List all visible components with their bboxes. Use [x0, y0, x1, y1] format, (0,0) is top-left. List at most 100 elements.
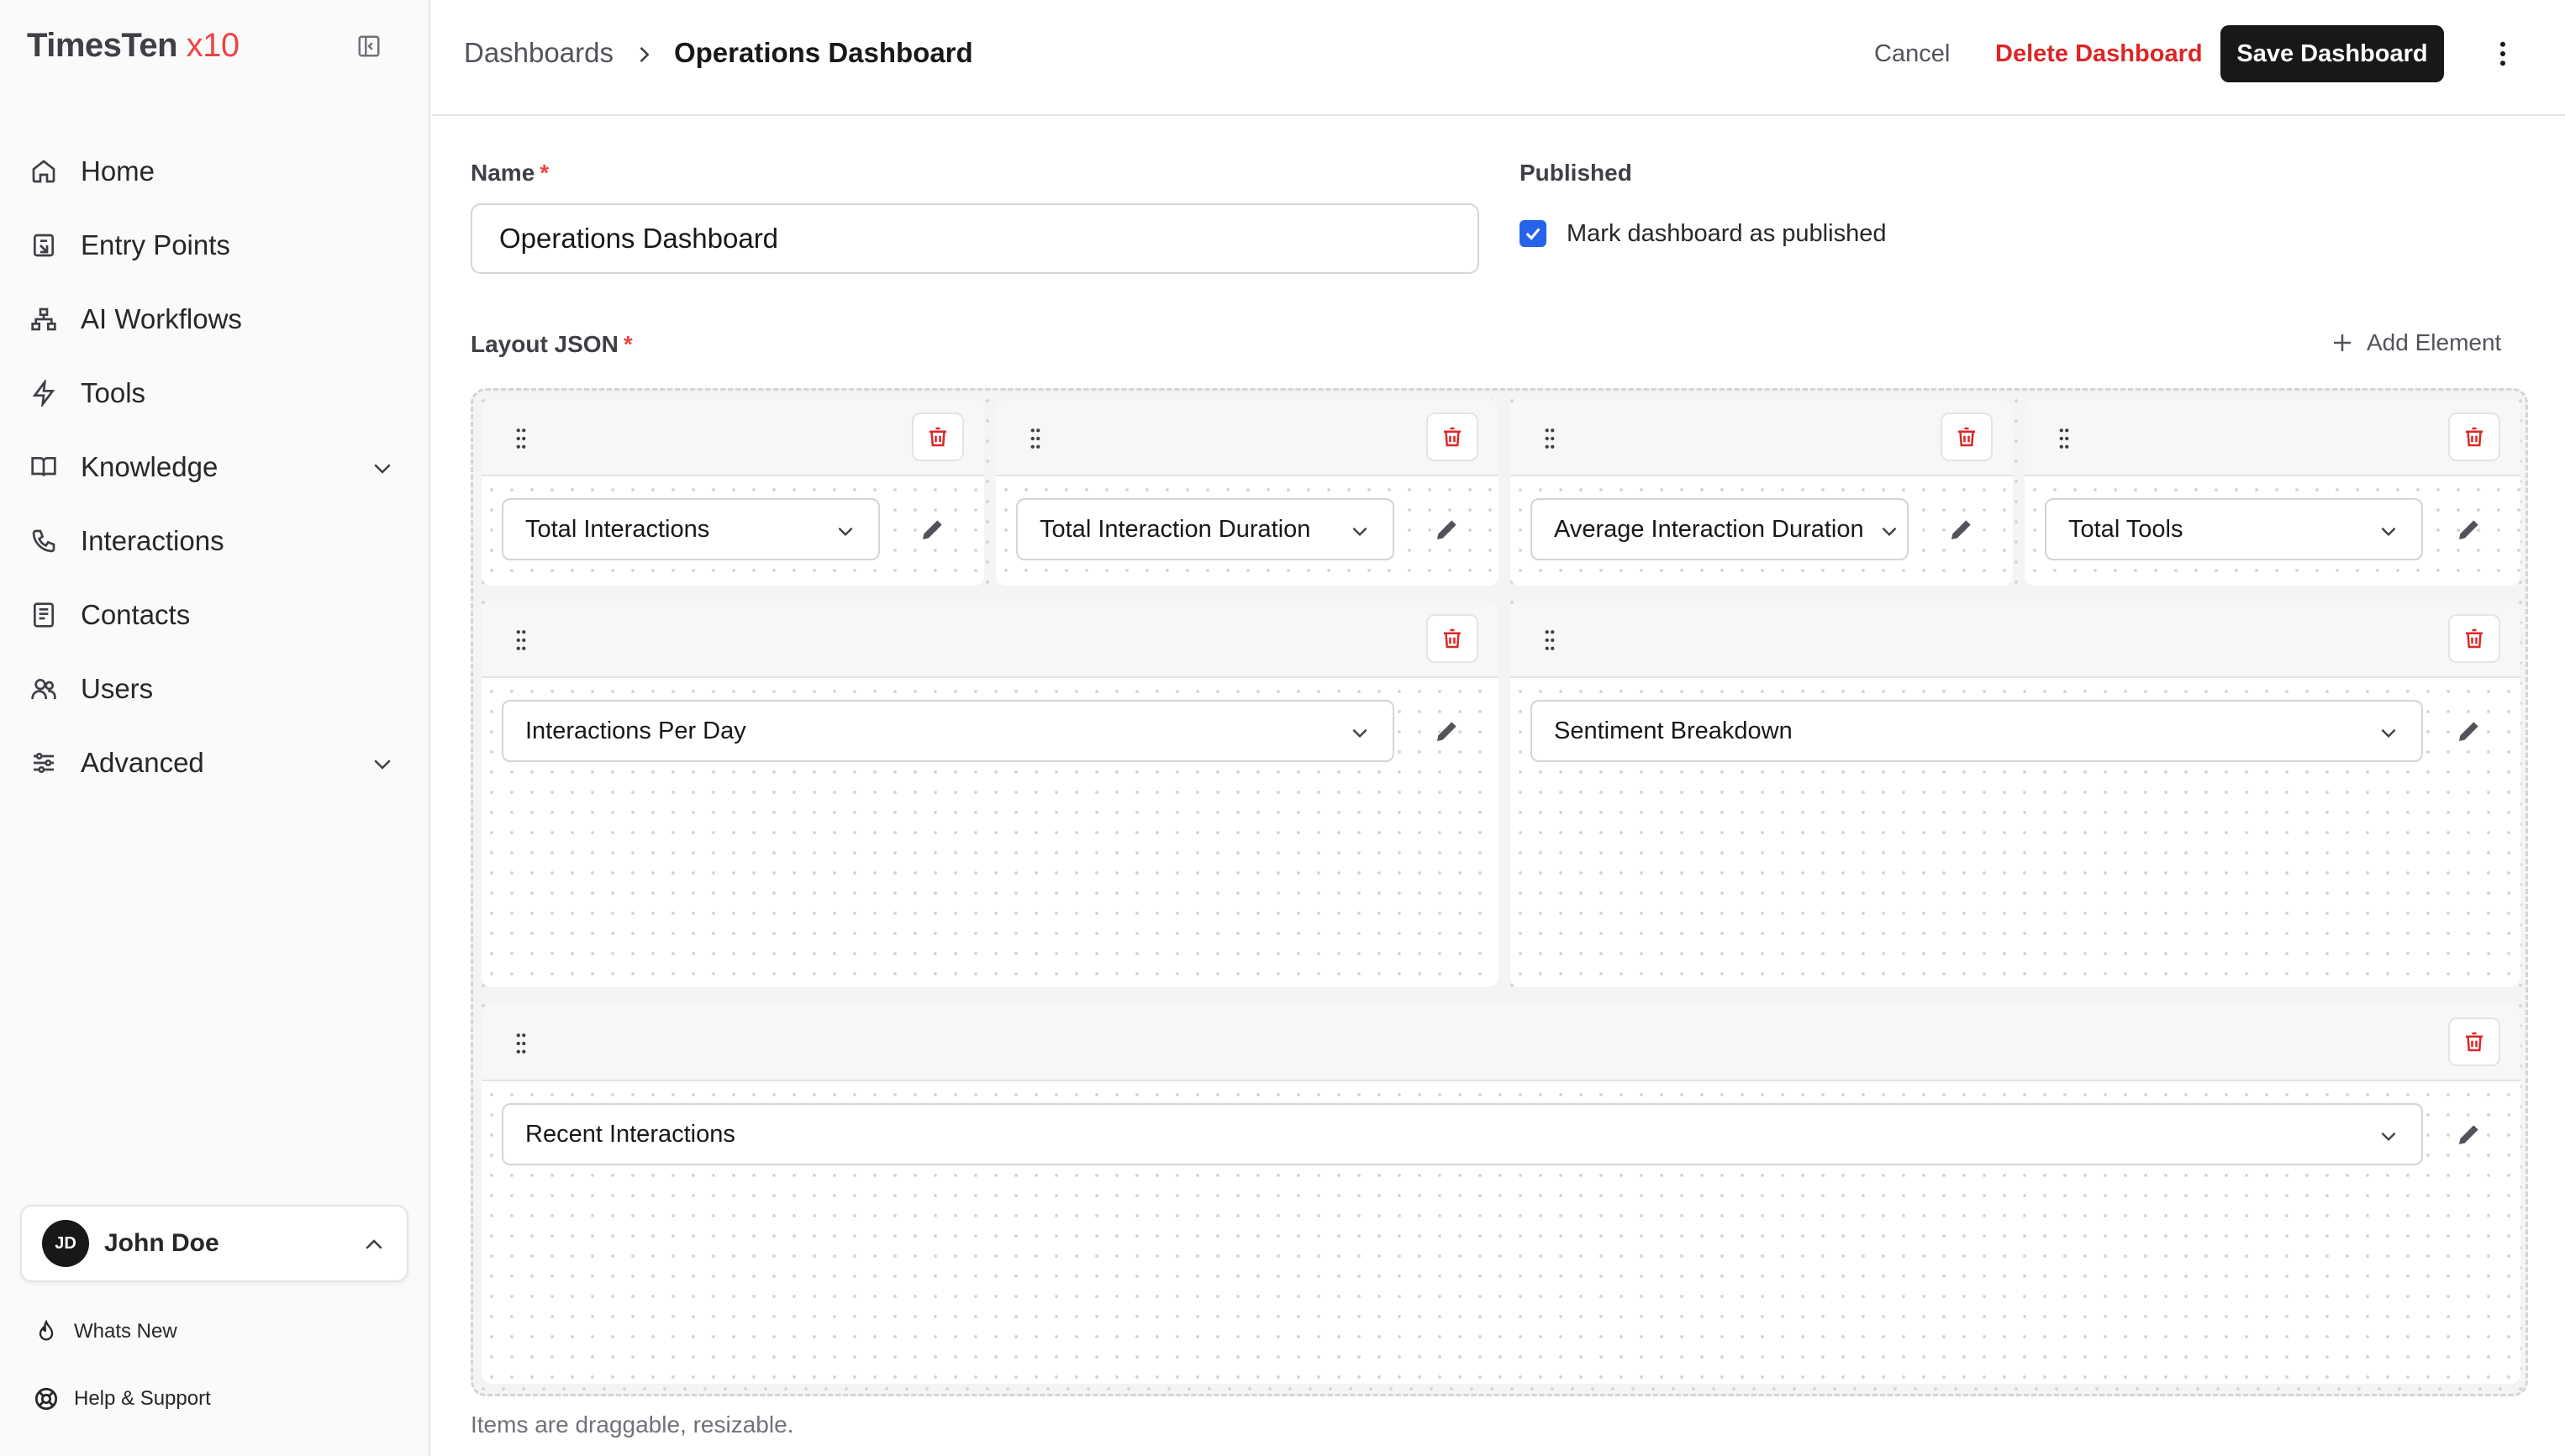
help-support-link[interactable]: Help & Support: [34, 1386, 211, 1411]
edit-pencil-icon[interactable]: [1946, 513, 1978, 545]
name-input[interactable]: [471, 203, 1479, 274]
widget-select-value: Total Interactions: [525, 515, 710, 543]
chevron-down-icon[interactable]: [370, 455, 395, 481]
sidebar-item-users[interactable]: Users: [0, 652, 430, 726]
chevron-down-icon: [1349, 520, 1371, 542]
widget-card[interactable]: Sentiment Breakdown: [1510, 601, 2520, 987]
widget-select[interactable]: Sentiment Breakdown: [1530, 700, 2423, 762]
chevron-down-icon: [835, 520, 856, 542]
widget-card[interactable]: Recent Interactions: [482, 1004, 2520, 1384]
chevron-down-icon[interactable]: [370, 751, 395, 776]
lifebuoy-icon: [34, 1386, 59, 1411]
collapse-sidebar-icon[interactable]: [356, 34, 382, 59]
sidebar: TimesTen x10 Home Entry Points AI Workfl…: [0, 0, 430, 1456]
sidebar-item-label: Contacts: [81, 599, 191, 630]
page-header: Dashboards Operations Dashboard Cancel D…: [432, 0, 2565, 116]
widget-card[interactable]: Total Interactions: [482, 399, 984, 586]
delete-widget-button[interactable]: [1426, 614, 1478, 663]
drag-handle-icon[interactable]: [1544, 629, 1556, 651]
breadcrumb-current: Operations Dashboard: [673, 37, 973, 68]
user-name: John Doe: [104, 1229, 219, 1257]
edit-pencil-icon[interactable]: [1431, 513, 1463, 545]
widget-select[interactable]: Total Interactions: [502, 498, 880, 560]
published-label: Published: [1520, 160, 1632, 186]
delete-widget-button[interactable]: [1941, 413, 1993, 461]
widget-select-value: Interactions Per Day: [525, 717, 746, 744]
user-menu[interactable]: JD John Doe: [20, 1205, 408, 1282]
edit-pencil-icon[interactable]: [2453, 715, 2485, 747]
drag-handle-icon[interactable]: [1544, 428, 1556, 449]
brand-suffix: x10: [186, 27, 240, 64]
edit-pencil-icon[interactable]: [917, 513, 949, 545]
app-root: TimesTen x10 Home Entry Points AI Workfl…: [0, 0, 2565, 1456]
widget-header: [1510, 399, 2013, 476]
widget-select-value: Sentiment Breakdown: [1554, 717, 1793, 744]
drag-handle-icon[interactable]: [2058, 428, 2070, 449]
name-label: Name *: [471, 160, 549, 187]
required-mark: *: [623, 331, 633, 357]
users-icon: [29, 674, 59, 704]
edit-pencil-icon[interactable]: [1431, 715, 1463, 747]
sidebar-item-advanced[interactable]: Advanced: [0, 726, 430, 800]
delete-widget-button[interactable]: [1426, 413, 1478, 461]
edit-pencil-icon[interactable]: [2453, 1118, 2485, 1150]
sidebar-item-tools[interactable]: Tools: [0, 356, 430, 430]
avatar: JD: [42, 1220, 89, 1267]
widget-card[interactable]: Total Tools: [2025, 399, 2520, 586]
add-element-label: Add Element: [2367, 329, 2502, 355]
delete-widget-button[interactable]: [2448, 614, 2500, 663]
chevron-down-icon: [2378, 1125, 2399, 1147]
phone-icon: [29, 526, 59, 556]
help-support-label: Help & Support: [74, 1387, 211, 1410]
widget-select[interactable]: Total Interaction Duration: [1016, 498, 1394, 560]
widget-header: [996, 399, 1498, 476]
drag-handle-icon[interactable]: [515, 1033, 527, 1054]
drag-handle-icon[interactable]: [515, 428, 527, 449]
drag-handle-icon[interactable]: [515, 629, 527, 651]
widget-select[interactable]: Total Tools: [2045, 498, 2423, 560]
edit-pencil-icon[interactable]: [2453, 513, 2485, 545]
add-element-button[interactable]: Add Element: [2330, 329, 2501, 356]
widget-select-value: Total Interaction Duration: [1040, 515, 1311, 543]
widget-select-value: Total Tools: [2068, 515, 2183, 543]
widget-select[interactable]: Average Interaction Duration: [1530, 498, 1909, 560]
delete-dashboard-button[interactable]: Delete Dashboard: [1972, 25, 2226, 82]
delete-widget-button[interactable]: [2448, 413, 2500, 461]
drag-handle-icon[interactable]: [1030, 428, 1041, 449]
widget-header: [482, 399, 984, 476]
sidebar-item-home[interactable]: Home: [0, 134, 430, 208]
delete-widget-button[interactable]: [2448, 1017, 2500, 1066]
chevron-up-icon[interactable]: [361, 1233, 387, 1258]
home-icon: [29, 156, 59, 187]
widget-card[interactable]: Total Interaction Duration: [996, 399, 1498, 586]
sidebar-item-knowledge[interactable]: Knowledge: [0, 430, 430, 504]
widget-select[interactable]: Recent Interactions: [502, 1103, 2423, 1165]
name-label-text: Name: [471, 160, 535, 186]
sidebar-item-label: Home: [81, 155, 155, 187]
widget-card[interactable]: Interactions Per Day: [482, 601, 1498, 987]
chevron-down-icon: [1878, 520, 1900, 542]
entry-points-icon: [29, 230, 59, 260]
sidebar-item-contacts[interactable]: Contacts: [0, 578, 430, 652]
sidebar-item-ai-workflows[interactable]: AI Workflows: [0, 282, 430, 356]
published-checkbox[interactable]: [1520, 220, 1546, 247]
delete-widget-button[interactable]: [912, 413, 964, 461]
more-options-icon[interactable]: [2486, 37, 2520, 71]
contacts-icon: [29, 600, 59, 630]
save-dashboard-button[interactable]: Save Dashboard: [2220, 25, 2444, 82]
sidebar-item-interactions[interactable]: Interactions: [0, 504, 430, 578]
widget-select[interactable]: Interactions Per Day: [502, 700, 1394, 762]
widget-header: [2025, 399, 2520, 476]
chevron-down-icon: [2378, 520, 2399, 542]
sidebar-item-entry-points[interactable]: Entry Points: [0, 208, 430, 282]
sidebar-item-label: Knowledge: [81, 451, 219, 482]
breadcrumb: Dashboards Operations Dashboard: [464, 37, 973, 69]
sidebar-item-label: Tools: [81, 377, 146, 408]
widget-card[interactable]: Average Interaction Duration: [1510, 399, 2013, 586]
widget-header: [482, 601, 1498, 678]
workflow-icon: [29, 304, 59, 334]
chevron-down-icon: [2378, 722, 2399, 744]
cancel-button[interactable]: Cancel: [1851, 25, 1973, 82]
breadcrumb-dashboards[interactable]: Dashboards: [464, 37, 614, 69]
whats-new-link[interactable]: Whats New: [34, 1319, 177, 1344]
